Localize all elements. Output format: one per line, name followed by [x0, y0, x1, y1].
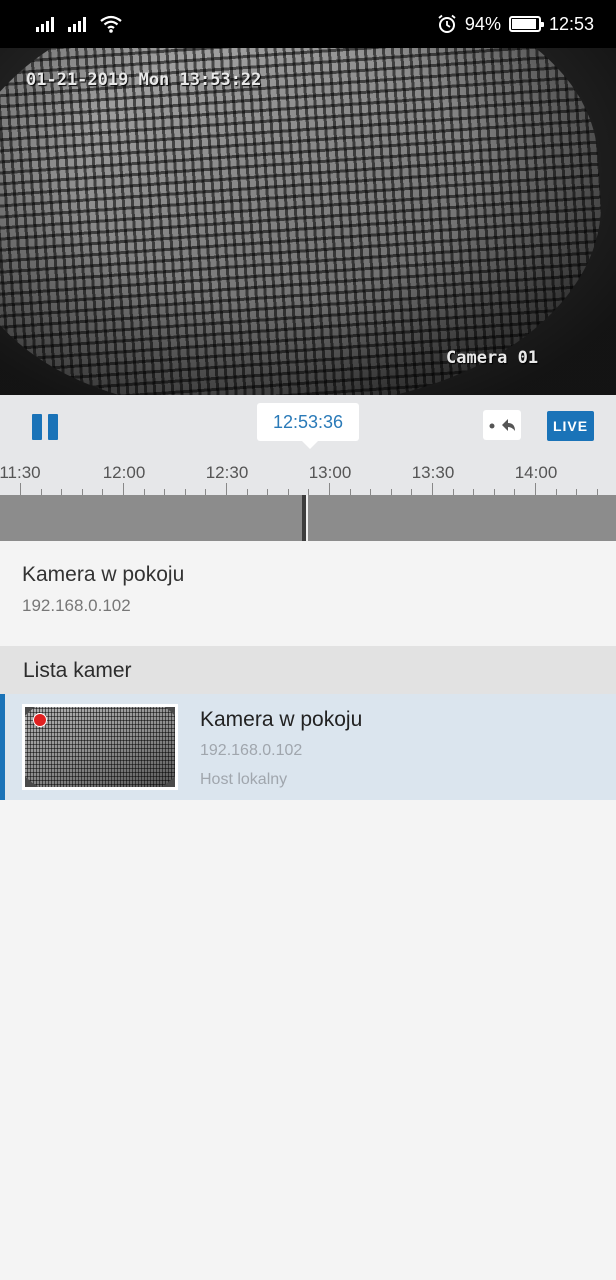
pause-button[interactable] [30, 412, 60, 442]
tick-mark [20, 483, 21, 495]
recording-dot-icon [33, 713, 47, 727]
video-feed[interactable]: 01-21-2019 Mon 13:53:22 Camera 01 [0, 48, 616, 395]
live-button[interactable]: LIVE [547, 411, 594, 441]
signal-icon [68, 16, 86, 32]
camera-list-title: Lista kamer [23, 659, 132, 682]
tick-mark [432, 483, 433, 495]
signal-icon [36, 16, 54, 32]
wifi-icon [100, 15, 122, 33]
camera-ip: 192.168.0.102 [200, 742, 303, 759]
time-scale[interactable]: 11:30 12:00 12:30 13:00 13:30 14:00 [0, 457, 616, 495]
status-bar: 94% 12:53 [0, 0, 616, 48]
camera-thumbnail [22, 704, 178, 790]
current-camera-ip: 192.168.0.102 [22, 596, 131, 615]
camera-list-item[interactable]: Kamera w pokoju 192.168.0.102 Host lokal… [0, 694, 616, 800]
battery-icon [508, 16, 544, 32]
camera-host: Host lokalny [200, 771, 288, 788]
current-camera-name: Kamera w pokoju [22, 563, 185, 586]
tick-mark [329, 483, 330, 495]
tick-label: 12:00 [102, 463, 146, 482]
clock: 12:53 [548, 13, 594, 34]
selected-indicator [0, 694, 5, 800]
current-time-bubble: 12:53:36 [257, 403, 359, 449]
tick-mark [123, 483, 124, 495]
reply-arrow-icon [489, 419, 515, 431]
osd-camera-name: Camera 01 [446, 348, 539, 368]
tick-label: 13:30 [411, 463, 455, 482]
tick-label: 14:00 [514, 463, 558, 482]
alarm-icon [438, 14, 456, 33]
tick-label: 13:00 [308, 463, 352, 482]
tick-label: 11:30 [0, 463, 41, 482]
camera-list-header: Lista kamer [0, 646, 616, 694]
tick-label: 12:30 [205, 463, 249, 482]
osd-datetime: 01-21-2019 Mon 13:53:22 [26, 70, 262, 90]
jump-back-button[interactable] [483, 410, 521, 440]
pause-icon [32, 414, 42, 440]
current-camera-info: Kamera w pokoju 192.168.0.102 [0, 541, 616, 646]
playback-controls: 12:53:36 LIVE 11:30 12:00 12:30 13:00 13… [0, 395, 616, 495]
battery-percent: 94% [464, 13, 501, 34]
camera-name: Kamera w pokoju [200, 708, 363, 731]
tick-mark [535, 483, 536, 495]
tick-mark [226, 483, 227, 495]
recording-timeline[interactable] [0, 495, 616, 541]
